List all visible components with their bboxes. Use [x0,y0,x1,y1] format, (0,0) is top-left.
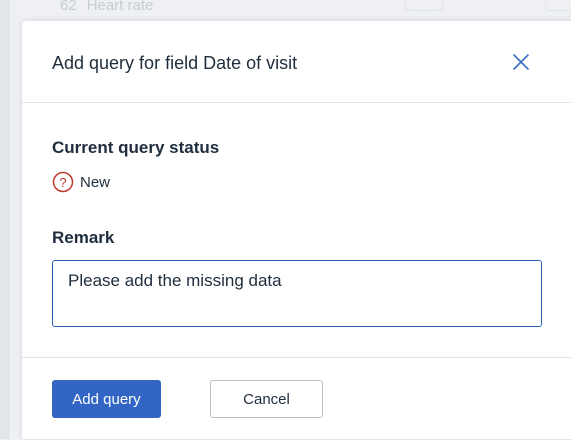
add-query-button[interactable]: Add query [52,380,161,418]
cancel-button[interactable]: Cancel [210,380,323,418]
current-status-heading: Current query status [52,138,220,157]
status-label: New [80,173,111,191]
background-row-prefix: 62 [60,0,77,14]
dialog-title: Add query for field Date of visit [52,53,298,73]
background-table-row: 62 Heart rate [60,0,153,16]
remark-heading: Remark [52,228,115,247]
close-icon [513,54,529,70]
dialog-header: Add query for field Date of visit [22,21,571,103]
background-row-control [405,2,443,11]
close-button[interactable] [510,51,532,73]
add-query-dialog: Add query for field Date of visit Curren… [22,21,571,439]
background-left-strip [0,0,10,439]
background-row-control [545,2,571,11]
svg-text:?: ? [59,175,66,190]
status-indicator: ? New [52,171,110,193]
remark-input[interactable]: Please add the missing data [52,260,542,327]
dialog-footer: Add query Cancel [22,357,571,440]
background-row-label: Heart rate [86,0,154,14]
question-circle-icon: ? [52,171,74,193]
